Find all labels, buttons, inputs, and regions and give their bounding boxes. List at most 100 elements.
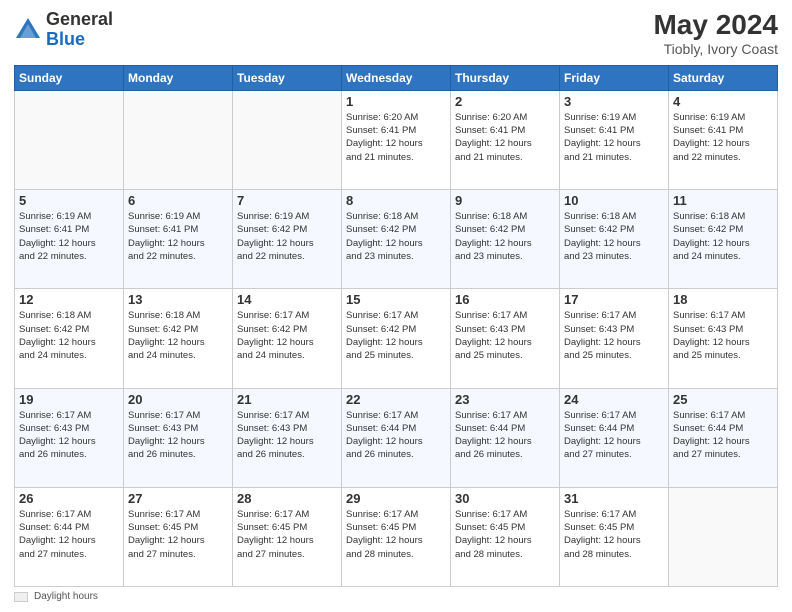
- calendar-cell: 3Sunrise: 6:19 AMSunset: 6:41 PMDaylight…: [560, 90, 669, 189]
- page: General Blue May 2024 Tiobly, Ivory Coas…: [0, 0, 792, 612]
- calendar-cell: 22Sunrise: 6:17 AMSunset: 6:44 PMDayligh…: [342, 388, 451, 487]
- day-number: 8: [346, 193, 446, 208]
- calendar-cell: 18 Sunrise: 6:17 AMSunset: 6:43 PMDayligh…: [669, 289, 778, 388]
- day-info: Sunrise: 6:17 AMSunset: 6:45 PMDaylight:…: [128, 508, 228, 561]
- calendar-cell: 7 Sunrise: 6:19 AMSunset: 6:42 PMDaylight…: [233, 190, 342, 289]
- day-info: Sunrise: 6:17 AMSunset: 6:45 PMDaylight:…: [237, 508, 337, 561]
- calendar-cell: 19 Sunrise: 6:17 AMSunset: 6:43 PMDayligh…: [15, 388, 124, 487]
- location: Tiobly, Ivory Coast: [653, 41, 778, 57]
- day-header-sunday: Sunday: [15, 65, 124, 90]
- calendar-cell: 9Sunrise: 6:18 AMSunset: 6:42 PMDaylight…: [451, 190, 560, 289]
- day-number: 20: [128, 392, 228, 407]
- day-info: Sunrise: 6:17 AMSunset: 6:43 PMDaylight:…: [19, 409, 119, 462]
- day-info: Sunrise: 6:18 AMSunset: 6:42 PMDaylight:…: [19, 309, 119, 362]
- day-info: Sunrise: 6:17 AMSunset: 6:43 PMDaylight:…: [564, 309, 664, 362]
- day-info: Sunrise: 6:19 AMSunset: 6:41 PMDaylight:…: [19, 210, 119, 263]
- day-number: 28: [237, 491, 337, 506]
- day-info: Sunrise: 6:19 AMSunset: 6:42 PMDaylight:…: [237, 210, 337, 263]
- calendar-cell: 26Sunrise: 6:17 AMSunset: 6:44 PMDayligh…: [15, 487, 124, 586]
- day-number: 7: [237, 193, 337, 208]
- day-header-monday: Monday: [124, 65, 233, 90]
- day-info: Sunrise: 6:18 AMSunset: 6:42 PMDaylight:…: [455, 210, 555, 263]
- calendar-cell: 8 Sunrise: 6:18 AMSunset: 6:42 PMDaylight…: [342, 190, 451, 289]
- day-header-friday: Friday: [560, 65, 669, 90]
- calendar-cell: 6 Sunrise: 6:19 AMSunset: 6:41 PMDaylight…: [124, 190, 233, 289]
- day-number: 10: [564, 193, 664, 208]
- day-number: 19: [19, 392, 119, 407]
- calendar-cell: [124, 90, 233, 189]
- day-info: Sunrise: 6:19 AMSunset: 6:41 PMDaylight:…: [128, 210, 228, 263]
- calendar-header-row: SundayMondayTuesdayWednesdayThursdayFrid…: [15, 65, 778, 90]
- day-info: Sunrise: 6:17 AMSunset: 6:43 PMDaylight:…: [237, 409, 337, 462]
- logo: General Blue: [14, 10, 113, 50]
- day-number: 18: [673, 292, 773, 307]
- calendar-cell: 1Sunrise: 6:20 AMSunset: 6:41 PMDaylight…: [342, 90, 451, 189]
- calendar-week-0: 1Sunrise: 6:20 AMSunset: 6:41 PMDaylight…: [15, 90, 778, 189]
- day-number: 14: [237, 292, 337, 307]
- day-info: Sunrise: 6:18 AMSunset: 6:42 PMDaylight:…: [673, 210, 773, 263]
- calendar-table: SundayMondayTuesdayWednesdayThursdayFrid…: [14, 65, 778, 587]
- day-info: Sunrise: 6:17 AMSunset: 6:44 PMDaylight:…: [673, 409, 773, 462]
- day-info: Sunrise: 6:20 AMSunset: 6:41 PMDaylight:…: [346, 111, 446, 164]
- calendar-cell: [233, 90, 342, 189]
- day-info: Sunrise: 6:18 AMSunset: 6:42 PMDaylight:…: [128, 309, 228, 362]
- day-number: 21: [237, 392, 337, 407]
- calendar-cell: 29Sunrise: 6:17 AMSunset: 6:45 PMDayligh…: [342, 487, 451, 586]
- day-header-wednesday: Wednesday: [342, 65, 451, 90]
- day-number: 13: [128, 292, 228, 307]
- day-number: 22: [346, 392, 446, 407]
- day-info: Sunrise: 6:17 AMSunset: 6:45 PMDaylight:…: [564, 508, 664, 561]
- calendar-cell: 4 Sunrise: 6:19 AMSunset: 6:41 PMDaylight…: [669, 90, 778, 189]
- header: General Blue May 2024 Tiobly, Ivory Coas…: [14, 10, 778, 57]
- calendar-cell: 10Sunrise: 6:18 AMSunset: 6:42 PMDayligh…: [560, 190, 669, 289]
- month-year: May 2024: [653, 10, 778, 41]
- calendar-week-3: 19 Sunrise: 6:17 AMSunset: 6:43 PMDayligh…: [15, 388, 778, 487]
- calendar-cell: 27 Sunrise: 6:17 AMSunset: 6:45 PMDayligh…: [124, 487, 233, 586]
- day-number: 11: [673, 193, 773, 208]
- calendar-week-1: 5 Sunrise: 6:19 AMSunset: 6:41 PMDaylight…: [15, 190, 778, 289]
- day-header-saturday: Saturday: [669, 65, 778, 90]
- day-number: 23: [455, 392, 555, 407]
- day-number: 26: [19, 491, 119, 506]
- calendar-cell: 30Sunrise: 6:17 AMSunset: 6:45 PMDayligh…: [451, 487, 560, 586]
- day-info: Sunrise: 6:17 AMSunset: 6:42 PMDaylight:…: [346, 309, 446, 362]
- day-info: Sunrise: 6:19 AMSunset: 6:41 PMDaylight:…: [564, 111, 664, 164]
- day-info: Sunrise: 6:18 AMSunset: 6:42 PMDaylight:…: [346, 210, 446, 263]
- calendar-cell: 11 Sunrise: 6:18 AMSunset: 6:42 PMDayligh…: [669, 190, 778, 289]
- day-info: Sunrise: 6:20 AMSunset: 6:41 PMDaylight:…: [455, 111, 555, 164]
- calendar-cell: 31 Sunrise: 6:17 AMSunset: 6:45 PMDayligh…: [560, 487, 669, 586]
- calendar-cell: [15, 90, 124, 189]
- day-number: 12: [19, 292, 119, 307]
- day-info: Sunrise: 6:17 AMSunset: 6:42 PMDaylight:…: [237, 309, 337, 362]
- calendar-cell: 21 Sunrise: 6:17 AMSunset: 6:43 PMDayligh…: [233, 388, 342, 487]
- calendar-cell: 15Sunrise: 6:17 AMSunset: 6:42 PMDayligh…: [342, 289, 451, 388]
- calendar-cell: 20 Sunrise: 6:17 AMSunset: 6:43 PMDayligh…: [124, 388, 233, 487]
- day-info: Sunrise: 6:17 AMSunset: 6:44 PMDaylight:…: [455, 409, 555, 462]
- calendar-cell: 16Sunrise: 6:17 AMSunset: 6:43 PMDayligh…: [451, 289, 560, 388]
- calendar-cell: 12 Sunrise: 6:18 AMSunset: 6:42 PMDayligh…: [15, 289, 124, 388]
- day-number: 5: [19, 193, 119, 208]
- calendar-cell: 5 Sunrise: 6:19 AMSunset: 6:41 PMDaylight…: [15, 190, 124, 289]
- logo-general-text: General: [46, 9, 113, 29]
- day-number: 6: [128, 193, 228, 208]
- day-info: Sunrise: 6:17 AMSunset: 6:45 PMDaylight:…: [346, 508, 446, 561]
- day-info: Sunrise: 6:17 AMSunset: 6:43 PMDaylight:…: [128, 409, 228, 462]
- logo-icon: [14, 16, 42, 44]
- logo-blue-text: Blue: [46, 29, 85, 49]
- day-info: Sunrise: 6:17 AMSunset: 6:43 PMDaylight:…: [673, 309, 773, 362]
- day-info: Sunrise: 6:19 AMSunset: 6:41 PMDaylight:…: [673, 111, 773, 164]
- day-number: 27: [128, 491, 228, 506]
- day-number: 17: [564, 292, 664, 307]
- day-number: 31: [564, 491, 664, 506]
- calendar-cell: [669, 487, 778, 586]
- day-number: 4: [673, 94, 773, 109]
- day-number: 2: [455, 94, 555, 109]
- day-info: Sunrise: 6:17 AMSunset: 6:44 PMDaylight:…: [564, 409, 664, 462]
- calendar-cell: 28 Sunrise: 6:17 AMSunset: 6:45 PMDayligh…: [233, 487, 342, 586]
- day-number: 25: [673, 392, 773, 407]
- calendar-cell: 14 Sunrise: 6:17 AMSunset: 6:42 PMDayligh…: [233, 289, 342, 388]
- calendar-cell: 17 Sunrise: 6:17 AMSunset: 6:43 PMDayligh…: [560, 289, 669, 388]
- day-info: Sunrise: 6:17 AMSunset: 6:43 PMDaylight:…: [455, 309, 555, 362]
- day-number: 24: [564, 392, 664, 407]
- title-block: May 2024 Tiobly, Ivory Coast: [653, 10, 778, 57]
